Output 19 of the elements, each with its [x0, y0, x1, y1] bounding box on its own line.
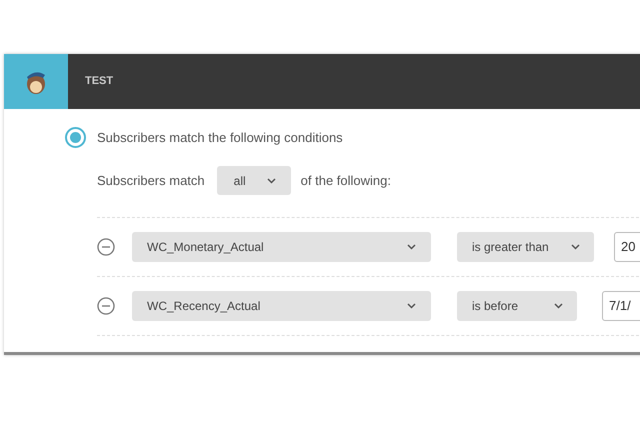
- operator-select[interactable]: is greater than: [457, 232, 594, 262]
- header-title: TEST: [85, 74, 114, 90]
- field-select[interactable]: WC_Monetary_Actual: [132, 232, 431, 262]
- radio-button[interactable]: [65, 127, 86, 148]
- match-select[interactable]: all: [216, 166, 291, 195]
- chevron-down-icon: [554, 303, 563, 309]
- match-prefix: Subscribers match: [97, 172, 205, 190]
- radio-label: Subscribers match the following conditions: [97, 128, 343, 147]
- operator-select[interactable]: is before: [457, 291, 577, 321]
- chevron-down-icon: [266, 178, 276, 184]
- remove-icon[interactable]: [97, 297, 115, 315]
- chevron-down-icon: [407, 303, 416, 309]
- remove-icon[interactable]: [97, 238, 115, 256]
- chevron-down-icon: [571, 244, 580, 250]
- value-field[interactable]: 20: [614, 232, 640, 262]
- value-field[interactable]: 7/1/: [602, 291, 640, 321]
- field-select[interactable]: WC_Recency_Actual: [132, 291, 431, 321]
- chevron-down-icon: [407, 244, 416, 250]
- match-suffix: of the following:: [300, 172, 391, 190]
